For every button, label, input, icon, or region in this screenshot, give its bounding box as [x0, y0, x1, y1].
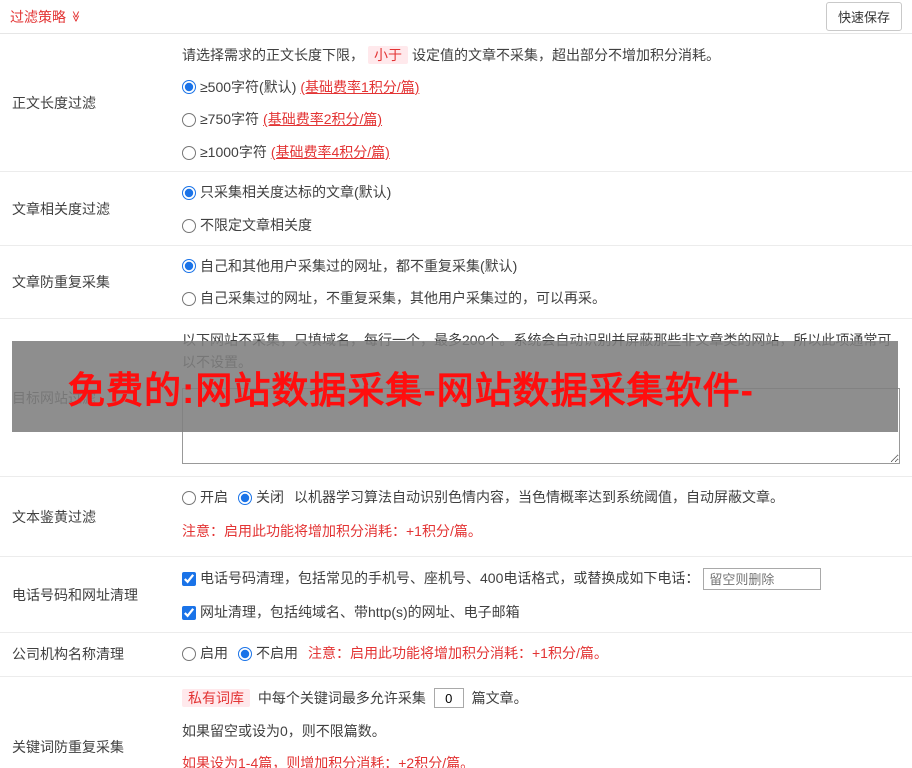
option-label: 只采集相关度达标的文章(默认) [200, 184, 392, 201]
section-length-filter: 正文长度过滤 请选择需求的正文长度下限， 小于 设定值的文章不采集，超出部分不增加积… [0, 34, 912, 173]
private-lexicon-link[interactable]: 私有词库 [182, 688, 250, 707]
section-label: 文本鉴黄过滤 [12, 508, 96, 525]
company-clean-options: 启用 不启用 注意：启用此功能将增加积分消耗：+1积分/篇。 [182, 644, 900, 664]
section-company-clean: 公司机构名称清理 启用 不启用 注意：启用此功能将增加积分消耗：+1积分/篇。 [0, 633, 912, 677]
porn-filter-warning: 注意：启用此功能将增加积分消耗：+1积分/篇。 [182, 522, 482, 539]
radio-option-porn-off[interactable]: 关闭 [238, 488, 284, 508]
radio-option-dedup-self[interactable]: 自己采集过的网址，不重复采集，其他用户采集过的，可以再采。 [182, 289, 900, 309]
radio-input-porn-on[interactable] [182, 491, 196, 506]
porn-filter-options: 开启 关闭 以机器学习算法自动识别色情内容，当色情概率达到系统阈值，自动屏蔽文章… [182, 488, 900, 508]
radio-option-1000[interactable]: ≥1000字符 (基础费率4积分/篇) [182, 143, 900, 163]
radio-input-dedup-self[interactable] [182, 292, 196, 307]
option-label: ≥500字符(默认) [200, 78, 297, 95]
radio-option-no-limit[interactable]: 不限定文章相关度 [182, 216, 900, 236]
option-label: 不限定文章相关度 [200, 217, 312, 234]
porn-filter-desc: 以机器学习算法自动识别色情内容，当色情概率达到系统阈值，自动屏蔽文章。 [294, 489, 784, 506]
radio-option-dedup-all[interactable]: 自己和其他用户采集过的网址，都不重复采集(默认) [182, 257, 900, 277]
highlight-less-than: 小于 [368, 46, 408, 64]
radio-input-no-limit[interactable] [182, 218, 196, 233]
radio-option-relevant-only[interactable]: 只采集相关度达标的文章(默认) [182, 183, 900, 203]
radio-option-company-on[interactable]: 启用 [182, 644, 228, 664]
option-label: 自己采集过的网址，不重复采集，其他用户采集过的，可以再采。 [200, 290, 606, 307]
replacement-phone-input[interactable] [703, 568, 822, 591]
section-label: 公司机构名称清理 [12, 646, 124, 663]
length-filter-intro: 请选择需求的正文长度下限， 小于 设定值的文章不采集，超出部分不增加积分消耗。 [182, 46, 720, 64]
section-porn-filter: 文本鉴黄过滤 开启 关闭 以机器学习算法自动识别色情内容，当色情概率达到系统阈值… [0, 477, 912, 558]
section-label: 正文长度过滤 [12, 94, 96, 111]
checkbox-option-url-clean[interactable]: 网址清理，包括纯域名、带http(s)的网址、电子邮箱 [182, 603, 900, 623]
radio-input-company-off[interactable] [238, 646, 252, 661]
chevron-down-icon: ≫ [69, 10, 82, 23]
section-phone-url-clean: 电话号码和网址清理 电话号码清理，包括常见的手机号、座机号、400电话格式，或替… [0, 557, 912, 633]
option-label: 开启 [200, 489, 228, 506]
radio-input-500[interactable] [182, 80, 196, 95]
checkbox-input-phone-clean[interactable] [182, 572, 196, 587]
option-label: 启用 [200, 644, 228, 661]
keyword-limit-line: 私有词库 中每个关键词最多允许采集 篇文章。 [182, 688, 900, 710]
option-label: 自己和其他用户采集过的网址，都不重复采集(默认) [200, 257, 518, 274]
option-label: ≥750字符 [200, 111, 260, 128]
radio-option-500[interactable]: ≥500字符(默认) (基础费率1积分/篇) [182, 78, 900, 98]
radio-input-1000[interactable] [182, 145, 196, 160]
option-label: 不启用 [256, 644, 298, 661]
section-label: 电话号码和网址清理 [12, 586, 138, 603]
section-dedup-filter: 文章防重复采集 自己和其他用户采集过的网址，都不重复采集(默认) 自己采集过的网… [0, 246, 912, 319]
section-label: 关键词防重复采集 [12, 738, 124, 755]
radio-input-company-on[interactable] [182, 646, 196, 661]
radio-input-porn-off[interactable] [238, 491, 252, 506]
header-bar: 过滤策略 ≫ 快速保存 [0, 0, 912, 34]
fee-note[interactable]: (基础费率2积分/篇) [263, 110, 382, 130]
radio-input-relevant-only[interactable] [182, 186, 196, 201]
keyword-count-input[interactable] [433, 688, 464, 709]
option-label: ≥1000字符 [200, 143, 267, 160]
radio-input-750[interactable] [182, 113, 196, 128]
section-keyword-dedup: 关键词防重复采集 私有词库 中每个关键词最多允许采集 篇文章。 如果留空或设为0… [0, 677, 912, 768]
keyword-note-zero: 如果留空或设为0，则不限篇数。 [182, 722, 386, 739]
radio-option-company-off[interactable]: 不启用 [238, 644, 298, 664]
section-label: 文章防重复采集 [12, 273, 110, 290]
option-label: 电话号码清理，包括常见的手机号、座机号、400电话格式，或替换成如下电话： [200, 570, 700, 587]
ad-overlay-banner: 免费的:网站数据采集-网站数据采集软件- [12, 341, 898, 432]
page-title[interactable]: 过滤策略 ≫ [10, 7, 81, 27]
fee-note[interactable]: (基础费率1积分/篇) [300, 78, 419, 98]
radio-input-dedup-all[interactable] [182, 259, 196, 274]
fee-note[interactable]: (基础费率4积分/篇) [271, 143, 390, 163]
radio-option-750[interactable]: ≥750字符 (基础费率2积分/篇) [182, 110, 900, 130]
section-label: 文章相关度过滤 [12, 200, 110, 217]
company-clean-warning: 注意：启用此功能将增加积分消耗：+1积分/篇。 [308, 644, 608, 661]
option-label: 关闭 [256, 489, 284, 506]
section-relevance-filter: 文章相关度过滤 只采集相关度达标的文章(默认) 不限定文章相关度 [0, 172, 912, 246]
ad-overlay-text: 免费的:网站数据采集-网站数据采集软件- [68, 369, 754, 411]
checkbox-input-url-clean[interactable] [182, 606, 196, 621]
page-title-text: 过滤策略 [10, 8, 66, 25]
quick-save-button[interactable]: 快速保存 [825, 2, 902, 31]
checkbox-option-phone-clean[interactable]: 电话号码清理，包括常见的手机号、座机号、400电话格式，或替换成如下电话： [182, 568, 900, 591]
keyword-note-cost: 如果设为1-4篇，则增加积分消耗：+2积分/篇。 [182, 755, 475, 768]
radio-option-porn-on[interactable]: 开启 [182, 488, 228, 508]
option-label: 网址清理，包括纯域名、带http(s)的网址、电子邮箱 [200, 604, 520, 621]
